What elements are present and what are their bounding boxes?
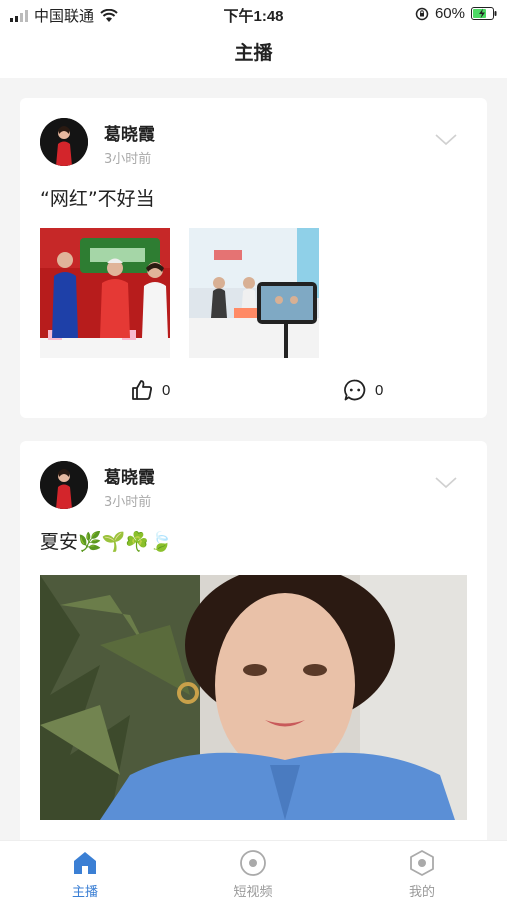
post-card[interactable]: 葛晓霞 3小时前 夏安🌿🌱☘️🍃 (20, 441, 487, 840)
chevron-down-icon[interactable] (435, 134, 457, 146)
like-button[interactable]: 0 (130, 378, 170, 402)
feed-list[interactable]: 葛晓霞 3小时前 “网红”不好当 0 0 葛晓霞 3小时前 夏安🌿🌱☘️🍃 (0, 78, 507, 840)
post-time: 3小时前 (104, 152, 152, 167)
tab-label: 短视频 (233, 885, 273, 900)
bottom-tab-bar: 主播 短视频 我的 (0, 840, 507, 901)
profile-hexagon-icon (410, 850, 434, 876)
author-name[interactable]: 葛晓霞 (104, 463, 155, 488)
tab-mine[interactable]: 我的 (372, 849, 472, 900)
post-card[interactable]: 葛晓霞 3小时前 “网红”不好当 0 0 (20, 98, 487, 418)
tab-label: 主播 (71, 885, 98, 900)
orientation-lock-icon (415, 7, 429, 20)
tab-short-video[interactable]: 短视频 (203, 849, 303, 900)
home-icon (74, 852, 96, 874)
comment-bubble-icon (344, 379, 366, 401)
tab-home[interactable]: 主播 (35, 849, 135, 900)
battery-charging-icon (471, 7, 497, 20)
page-title: 主播 (0, 28, 507, 78)
comment-count: 0 (375, 381, 384, 399)
tab-label: 我的 (408, 885, 435, 900)
thumbs-up-icon (132, 380, 152, 400)
battery-percent: 60% (434, 5, 465, 22)
post-text: 夏安🌿🌱☘️🍃 (40, 531, 173, 553)
status-bar: 中国联通 下午1:48 60% (0, 0, 507, 28)
avatar[interactable] (40, 118, 88, 166)
video-circle-icon (240, 850, 266, 876)
like-count: 0 (162, 381, 171, 399)
chevron-down-icon[interactable] (435, 477, 457, 489)
post-text: “网红”不好当 (40, 188, 155, 210)
post-image[interactable] (40, 575, 467, 820)
post-time: 3小时前 (104, 495, 152, 510)
comment-button[interactable]: 0 (343, 378, 383, 402)
author-name[interactable]: 葛晓霞 (104, 120, 155, 145)
avatar[interactable] (40, 461, 88, 509)
post-image[interactable] (40, 228, 170, 358)
status-right: 60% (415, 5, 497, 22)
post-image[interactable] (189, 228, 319, 358)
